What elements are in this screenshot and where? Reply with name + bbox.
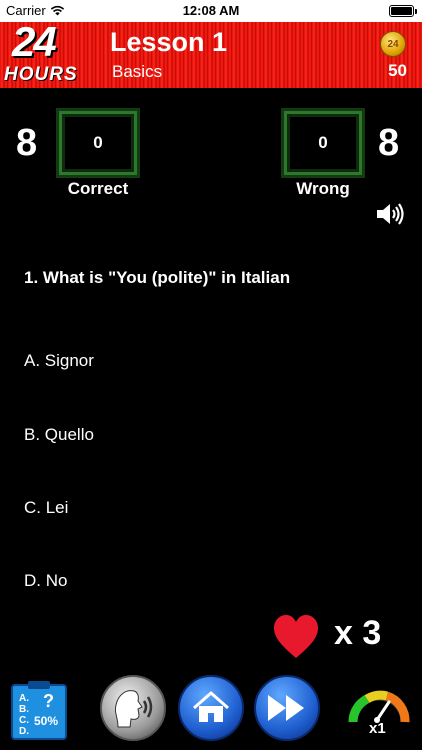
status-bar: Carrier 12:08 AM — [0, 0, 422, 22]
question-mark-icon: ? — [43, 691, 54, 711]
hint-percent: 50% — [34, 714, 58, 728]
wrong-label: Wrong — [296, 179, 350, 198]
speak-button[interactable] — [100, 675, 166, 741]
hint-letter-b: B. — [19, 704, 29, 715]
wrong-score-box: 0 — [284, 111, 362, 175]
fifty-fifty-hint-button[interactable]: A. B. C. D. ? 50% — [10, 679, 68, 741]
correct-total: 8 — [16, 122, 38, 164]
app-logo: 24 HOURS — [2, 18, 96, 88]
coin-icon: 24 — [380, 31, 406, 57]
wrong-total: 8 — [378, 122, 400, 164]
fast-forward-icon — [268, 695, 304, 721]
correct-label: Correct — [67, 179, 129, 198]
correct-score-box: 0 — [59, 111, 137, 175]
logo-number: 24 — [12, 18, 57, 65]
speaking-head-icon — [114, 690, 153, 728]
answer-option-b[interactable]: B. Quello — [24, 425, 94, 445]
speed-label: x1 — [369, 720, 386, 737]
next-question-button[interactable] — [254, 675, 320, 741]
sound-toggle-icon[interactable] — [375, 201, 405, 227]
hint-letter-c: C. — [19, 715, 29, 726]
status-time: 12:08 AM — [182, 3, 240, 18]
answer-option-c[interactable]: C. Lei — [24, 498, 68, 518]
lives-count: x 3 — [334, 614, 382, 652]
lesson-subtitle: Basics — [112, 62, 163, 81]
answer-option-d[interactable]: D. No — [24, 571, 67, 591]
heart-icon — [274, 615, 318, 658]
home-icon — [193, 691, 229, 722]
answer-option-a[interactable]: A. Signor — [24, 351, 94, 371]
lesson-title: Lesson 1 — [110, 27, 228, 57]
hint-letter-a: A. — [19, 693, 29, 704]
home-button[interactable] — [178, 675, 244, 741]
lesson-header: 24 HOURS Lesson 1 Basics 24 50 — [0, 18, 422, 88]
logo-text: HOURS — [4, 64, 78, 85]
hint-letter-d: D. — [19, 726, 29, 737]
coins-count: 50 — [388, 61, 407, 80]
question-text: 1. What is "You (polite)" in Italian — [24, 268, 291, 287]
battery-icon — [389, 5, 417, 17]
